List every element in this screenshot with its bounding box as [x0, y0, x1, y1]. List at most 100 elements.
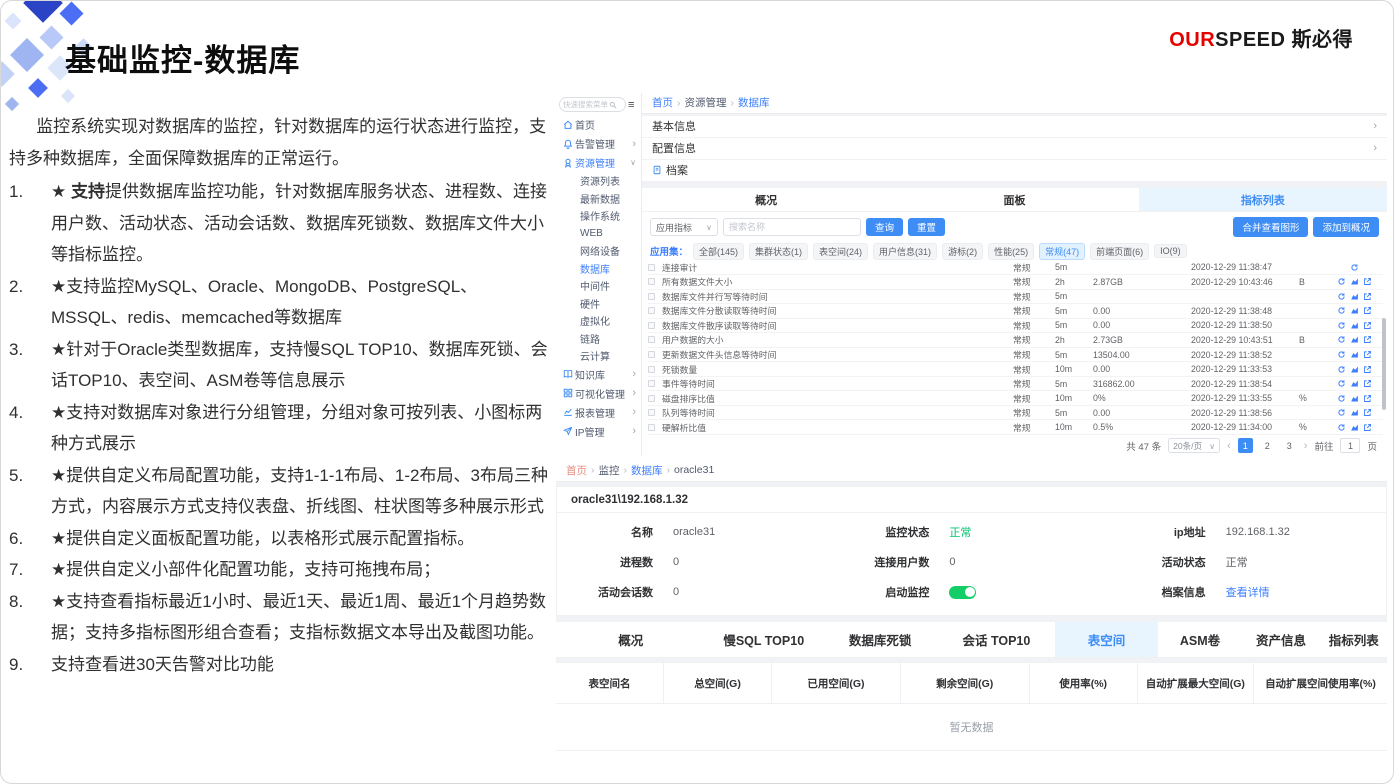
open-link-icon[interactable] [1363, 423, 1372, 432]
row-checkbox[interactable] [648, 351, 662, 358]
merge-view-button[interactable]: 合并查看图形 [1233, 217, 1308, 237]
goto-page-input[interactable] [1340, 438, 1360, 453]
refresh-icon[interactable] [1337, 408, 1346, 417]
table-row[interactable]: 所有数据文件大小常规2h2.87GB2020-12-29 10:43:46B [648, 275, 1383, 290]
sidebar-subitem-latest-data[interactable]: 最新数据 [556, 190, 641, 208]
sidebar-item-resources[interactable]: 资源管理 [556, 153, 641, 172]
tab-metric-list[interactable]: 指标列表 [1139, 188, 1387, 211]
chip-frontend[interactable]: 前端页面(6) [1090, 243, 1149, 260]
row-checkbox[interactable] [648, 322, 662, 329]
table-row[interactable]: 数据库文件散序读取等待时间常规5m0.002020-12-29 11:38:50 [648, 319, 1383, 334]
table-row[interactable]: 连接审计常规5m2020-12-29 11:38:47 [648, 260, 1383, 275]
chart-icon[interactable] [1350, 277, 1359, 286]
chart-icon[interactable] [1350, 379, 1359, 388]
chart-icon[interactable] [1350, 365, 1359, 374]
chart-icon[interactable] [1350, 423, 1359, 432]
row-checkbox[interactable] [648, 278, 662, 285]
refresh-icon[interactable] [1350, 263, 1359, 272]
row-checkbox[interactable] [648, 380, 662, 387]
sidebar-item-home[interactable]: 首页 [556, 115, 641, 134]
chip-performance[interactable]: 性能(25) [988, 243, 1034, 260]
sidebar-item-visualization[interactable]: 可视化管理 [556, 384, 641, 403]
refresh-icon[interactable] [1337, 292, 1346, 301]
tab-deadlock[interactable]: 数据库死锁 [822, 622, 938, 657]
sidebar-subitem-resource-list[interactable]: 资源列表 [556, 172, 641, 190]
sidebar-subitem-os[interactable]: 操作系统 [556, 207, 641, 225]
tab-overview[interactable]: 概况 [556, 622, 706, 657]
view-details-link[interactable]: 查看详情 [1226, 584, 1270, 600]
sidebar-subitem-middleware[interactable]: 中间件 [556, 277, 641, 295]
chart-icon[interactable] [1350, 350, 1359, 359]
refresh-icon[interactable] [1337, 423, 1346, 432]
add-to-overview-button[interactable]: 添加到概况 [1313, 217, 1379, 237]
row-checkbox[interactable] [648, 293, 662, 300]
sidebar-subitem-database[interactable]: 数据库 [556, 260, 641, 278]
refresh-icon[interactable] [1337, 350, 1346, 359]
chip-all[interactable]: 全部(145) [693, 243, 744, 260]
tab-asset-info[interactable]: 资产信息 [1242, 622, 1321, 657]
refresh-icon[interactable] [1337, 365, 1346, 374]
tab-slow-sql[interactable]: 慢SQL TOP10 [706, 622, 822, 657]
sidebar-item-alerts[interactable]: 告警管理 [556, 134, 641, 153]
chip-userinfo[interactable]: 用户信息(31) [873, 243, 937, 260]
row-checkbox[interactable] [648, 264, 662, 271]
sidebar-search-box[interactable] [559, 97, 626, 112]
page-1[interactable]: 1 [1238, 438, 1253, 453]
open-link-icon[interactable] [1363, 335, 1372, 344]
row-checkbox[interactable] [648, 307, 662, 314]
table-row[interactable]: 用户数据的大小常规2h2.73GB2020-12-29 10:43:51B [648, 333, 1383, 348]
table-row[interactable]: 数据库文件分散读取等待时间常规5m0.002020-12-29 11:38:48 [648, 304, 1383, 319]
tab-metric-list[interactable]: 指标列表 [1320, 622, 1387, 657]
tab-panel[interactable]: 面板 [890, 188, 1138, 211]
query-button[interactable]: 查询 [866, 218, 903, 236]
table-row[interactable]: 队列等待时间常规5m0.002020-12-29 11:38:56 [648, 406, 1383, 421]
row-checkbox[interactable] [648, 395, 662, 402]
panel-archive[interactable]: 档案 [642, 160, 1387, 182]
tab-tablespace[interactable]: 表空间 [1055, 622, 1159, 657]
chart-icon[interactable] [1350, 335, 1359, 344]
tab-session-top10[interactable]: 会话 TOP10 [938, 622, 1054, 657]
sidebar-item-ip[interactable]: IP管理 [556, 422, 641, 441]
refresh-icon[interactable] [1337, 277, 1346, 286]
sidebar-subitem-web[interactable]: WEB [556, 225, 641, 243]
chart-icon[interactable] [1350, 321, 1359, 330]
sidebar-search-input[interactable] [563, 100, 609, 109]
chart-icon[interactable] [1350, 408, 1359, 417]
breadcrumb-monitor[interactable]: 监控 [599, 463, 620, 478]
table-row[interactable]: 事件等待时间常规5m316862.002020-12-29 11:38:54 [648, 377, 1383, 392]
breadcrumb-home[interactable]: 首页 [652, 95, 673, 110]
table-row[interactable]: 更新数据文件头信息等待时间常规5m13504.002020-12-29 11:3… [648, 348, 1383, 363]
panel-basic-info[interactable]: 基本信息 [642, 116, 1387, 138]
chart-icon[interactable] [1350, 306, 1359, 315]
sidebar-subitem-cloud[interactable]: 云计算 [556, 347, 641, 365]
sidebar-subitem-network[interactable]: 网络设备 [556, 242, 641, 260]
reset-button[interactable]: 重置 [908, 218, 945, 236]
sidebar-item-reports[interactable]: 报表管理 [556, 403, 641, 422]
breadcrumb-home[interactable]: 首页 [566, 463, 587, 478]
refresh-icon[interactable] [1337, 335, 1346, 344]
refresh-icon[interactable] [1337, 306, 1346, 315]
chart-icon[interactable] [1350, 394, 1359, 403]
chip-tablespace[interactable]: 表空间(24) [813, 243, 868, 260]
tab-overview[interactable]: 概况 [642, 188, 890, 211]
open-link-icon[interactable] [1363, 379, 1372, 388]
sidebar-subitem-hardware[interactable]: 硬件 [556, 295, 641, 313]
open-link-icon[interactable] [1363, 365, 1372, 374]
refresh-icon[interactable] [1337, 394, 1346, 403]
row-checkbox[interactable] [648, 336, 662, 343]
tab-asm[interactable]: ASM卷 [1158, 622, 1241, 657]
page-3[interactable]: 3 [1282, 438, 1297, 453]
page-2[interactable]: 2 [1260, 438, 1275, 453]
menu-collapse-icon[interactable]: ≡ [628, 100, 638, 110]
chip-io[interactable]: IO(9) [1154, 244, 1187, 258]
sidebar-subitem-links[interactable]: 链路 [556, 330, 641, 348]
table-row[interactable]: 死锁数量常规10m0.002020-12-29 11:33:53 [648, 362, 1383, 377]
breadcrumb-database[interactable]: 数据库 [631, 463, 663, 478]
table-row[interactable]: 数据库文件并行写等待时间常规5m [648, 290, 1383, 305]
chip-cursor[interactable]: 游标(2) [942, 243, 983, 260]
open-link-icon[interactable] [1363, 321, 1372, 330]
sidebar-subitem-virtualization[interactable]: 虚拟化 [556, 312, 641, 330]
breadcrumb-database[interactable]: 数据库 [738, 95, 770, 110]
row-checkbox[interactable] [648, 424, 662, 431]
next-page-icon[interactable]: › [1304, 440, 1308, 452]
